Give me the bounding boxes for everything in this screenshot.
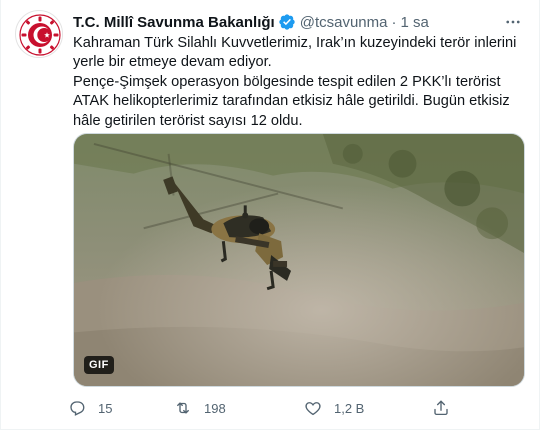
separator-dot: · [391, 13, 397, 31]
author-name[interactable]: T.C. Millî Savunma Bakanlığı [73, 14, 275, 31]
helicopter-image [74, 134, 524, 386]
like-button[interactable]: 1,2 B [303, 396, 364, 420]
verified-badge-icon [278, 13, 296, 31]
tweet-paragraph: Kahraman Türk Silahlı Kuvvetlerimiz, Ira… [73, 35, 517, 71]
tweet-card[interactable]: T.C. Millî Savunma Bakanlığı @tcsavunma … [0, 0, 540, 430]
like-count: 1,2 B [334, 400, 365, 416]
share-button[interactable] [431, 396, 451, 420]
tweet-media-gif[interactable]: GIF [73, 133, 525, 387]
author-avatar[interactable] [15, 10, 63, 58]
retweet-button[interactable]: 198 [173, 396, 226, 420]
like-icon [303, 398, 323, 418]
tweet-timestamp[interactable]: 1 sa [400, 14, 428, 31]
ministry-emblem-icon [17, 12, 62, 57]
retweet-count: 198 [204, 400, 226, 416]
reply-button[interactable]: 15 [67, 396, 112, 420]
tweet-paragraph: Pençe-Şimşek operasyon bölgesinde tespit… [73, 73, 510, 129]
reply-count: 15 [98, 400, 113, 416]
tweet-header: T.C. Millî Savunma Bakanlığı @tcsavunma … [73, 12, 429, 32]
reply-icon [67, 398, 87, 418]
tweet-actions: 15 198 1,2 B [67, 396, 467, 420]
tweet-text: Kahraman Türk Silahlı Kuvvetlerimiz, Ira… [73, 34, 525, 131]
more-options-icon[interactable] [503, 12, 523, 32]
gif-badge: GIF [84, 356, 114, 374]
share-icon [431, 398, 451, 418]
retweet-icon [173, 398, 193, 418]
author-handle[interactable]: @tcsavunma [300, 14, 388, 31]
